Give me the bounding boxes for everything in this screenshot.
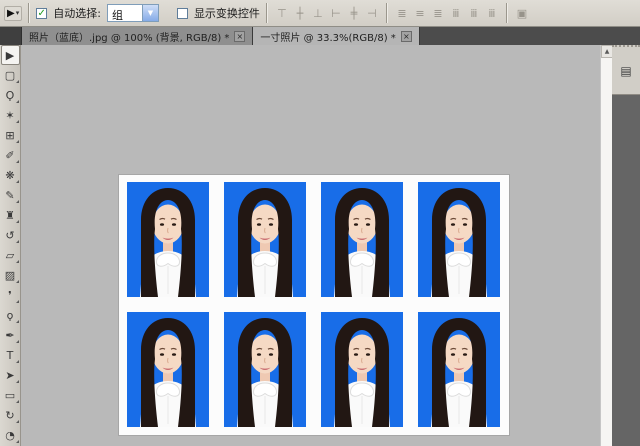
- tool-path-selection-tool[interactable]: ➤: [1, 365, 20, 385]
- collapsed-panel-icon[interactable]: ▤: [616, 61, 636, 81]
- tab-title: 一寸照片 @ 33.3%(RGB/8) *: [260, 29, 395, 44]
- right-panel-dock: ▤: [612, 45, 640, 446]
- id-photo-8[interactable]: [418, 312, 500, 427]
- id-photo-7[interactable]: [321, 312, 403, 427]
- tool-eyedropper-tool[interactable]: ✐: [1, 145, 20, 165]
- tool-clone-stamp-tool[interactable]: ♜: [1, 205, 20, 225]
- auto-select-value: 组: [108, 5, 142, 21]
- id-photo-grid: [119, 175, 509, 435]
- id-photo-1[interactable]: [127, 182, 209, 297]
- tool-gradient-tool[interactable]: ▨: [1, 265, 20, 285]
- divider: [266, 3, 268, 23]
- close-icon[interactable]: ×: [234, 31, 245, 42]
- tool-pen-tool[interactable]: ✒: [1, 325, 20, 345]
- align-horizontal-centers-icon[interactable]: ╪: [346, 5, 362, 21]
- tool-3d-roll-tool[interactable]: ◔: [1, 425, 20, 445]
- tool-lasso-tool[interactable]: Ϙ: [1, 85, 20, 105]
- align-right-edges-icon[interactable]: ⊣: [364, 5, 380, 21]
- show-transform-label: 显示变换控件: [194, 5, 260, 21]
- align-top-edges-icon[interactable]: ⊤: [274, 5, 290, 21]
- tool-brush-tool[interactable]: ✎: [1, 185, 20, 205]
- move-tool-icon: ▶: [7, 8, 15, 19]
- tool-rectangle-shape-tool[interactable]: ▭: [1, 385, 20, 405]
- auto-select-label: 自动选择:: [53, 5, 101, 21]
- options-bar: ▶ ▾ ✓ 自动选择: 组 ▼ 显示变换控件 ⊤┼⊥⊢╪⊣ ≣≡≣ⅲⅲⅲ ▣: [0, 0, 640, 27]
- id-photo-4[interactable]: [418, 182, 500, 297]
- id-photo-5[interactable]: [127, 312, 209, 427]
- tool-eraser-tool[interactable]: ▱: [1, 245, 20, 265]
- tool-dodge-tool[interactable]: ϙ: [1, 305, 20, 325]
- tool-move-tool[interactable]: ▶: [1, 45, 20, 65]
- distribute-top-edges-icon[interactable]: ≣: [394, 5, 410, 21]
- document-canvas[interactable]: [118, 174, 510, 436]
- close-icon[interactable]: ×: [401, 31, 412, 42]
- vertical-scrollbar[interactable]: ▲: [600, 45, 612, 446]
- chevron-down-icon: ▾: [16, 9, 20, 17]
- tool-crop-tool[interactable]: ⊞: [1, 125, 20, 145]
- auto-align-layers-icon[interactable]: ▣: [514, 5, 530, 21]
- divider: [386, 3, 388, 23]
- canvas-pasteboard[interactable]: [21, 45, 600, 446]
- id-photo-3[interactable]: [321, 182, 403, 297]
- auto-select-dropdown[interactable]: 组 ▼: [107, 4, 159, 22]
- id-photo-6[interactable]: [224, 312, 306, 427]
- tool-blur-tool[interactable]: ❜: [1, 285, 20, 305]
- tool-type-tool[interactable]: T: [1, 345, 20, 365]
- align-bottom-edges-icon[interactable]: ⊥: [310, 5, 326, 21]
- dock-header: ▤: [612, 45, 640, 95]
- dropdown-arrow-icon[interactable]: ▼: [142, 5, 158, 21]
- divider: [506, 3, 508, 23]
- tool-history-brush-tool[interactable]: ↺: [1, 225, 20, 245]
- tab-one-inch-photo[interactable]: 一寸照片 @ 33.3%(RGB/8) * ×: [253, 27, 419, 45]
- align-left-edges-icon[interactable]: ⊢: [328, 5, 344, 21]
- distribute-left-edges-icon[interactable]: ⅲ: [448, 5, 464, 21]
- tab-title: 照片（蓝底）.jpg @ 100% (背景, RGB/8) *: [29, 29, 229, 44]
- distribute-horizontal-centers-icon[interactable]: ⅲ: [466, 5, 482, 21]
- tab-photo-bluebg[interactable]: 照片（蓝底）.jpg @ 100% (背景, RGB/8) * ×: [22, 27, 253, 45]
- id-photo-2[interactable]: [224, 182, 306, 297]
- show-transform-checkbox[interactable]: [177, 8, 188, 19]
- tool-3d-rotate-tool[interactable]: ↻: [1, 405, 20, 425]
- distribute-right-edges-icon[interactable]: ⅲ: [484, 5, 500, 21]
- tools-panel-grip[interactable]: [0, 27, 22, 45]
- tool-rectangular-marquee-tool[interactable]: ▢: [1, 65, 20, 85]
- align-vertical-centers-icon[interactable]: ┼: [292, 5, 308, 21]
- tool-quick-selection-tool[interactable]: ✶: [1, 105, 20, 125]
- move-tool-preset[interactable]: ▶ ▾: [4, 6, 22, 21]
- distribute-bottom-edges-icon[interactable]: ≣: [430, 5, 446, 21]
- align-buttons-group: ⊤┼⊥⊢╪⊣: [274, 5, 380, 21]
- tools-panel: ▶▢Ϙ✶⊞✐❋✎♜↺▱▨❜ϙ✒T➤▭↻◔: [0, 45, 21, 446]
- divider: [28, 3, 30, 23]
- distribute-vertical-centers-icon[interactable]: ≡: [412, 5, 428, 21]
- document-tab-bar: 照片（蓝底）.jpg @ 100% (背景, RGB/8) * × 一寸照片 @…: [0, 27, 640, 45]
- distribute-buttons-group: ≣≡≣ⅲⅲⅲ: [394, 5, 500, 21]
- auto-select-checkbox[interactable]: ✓: [36, 8, 47, 19]
- tool-spot-healing-brush-tool[interactable]: ❋: [1, 165, 20, 185]
